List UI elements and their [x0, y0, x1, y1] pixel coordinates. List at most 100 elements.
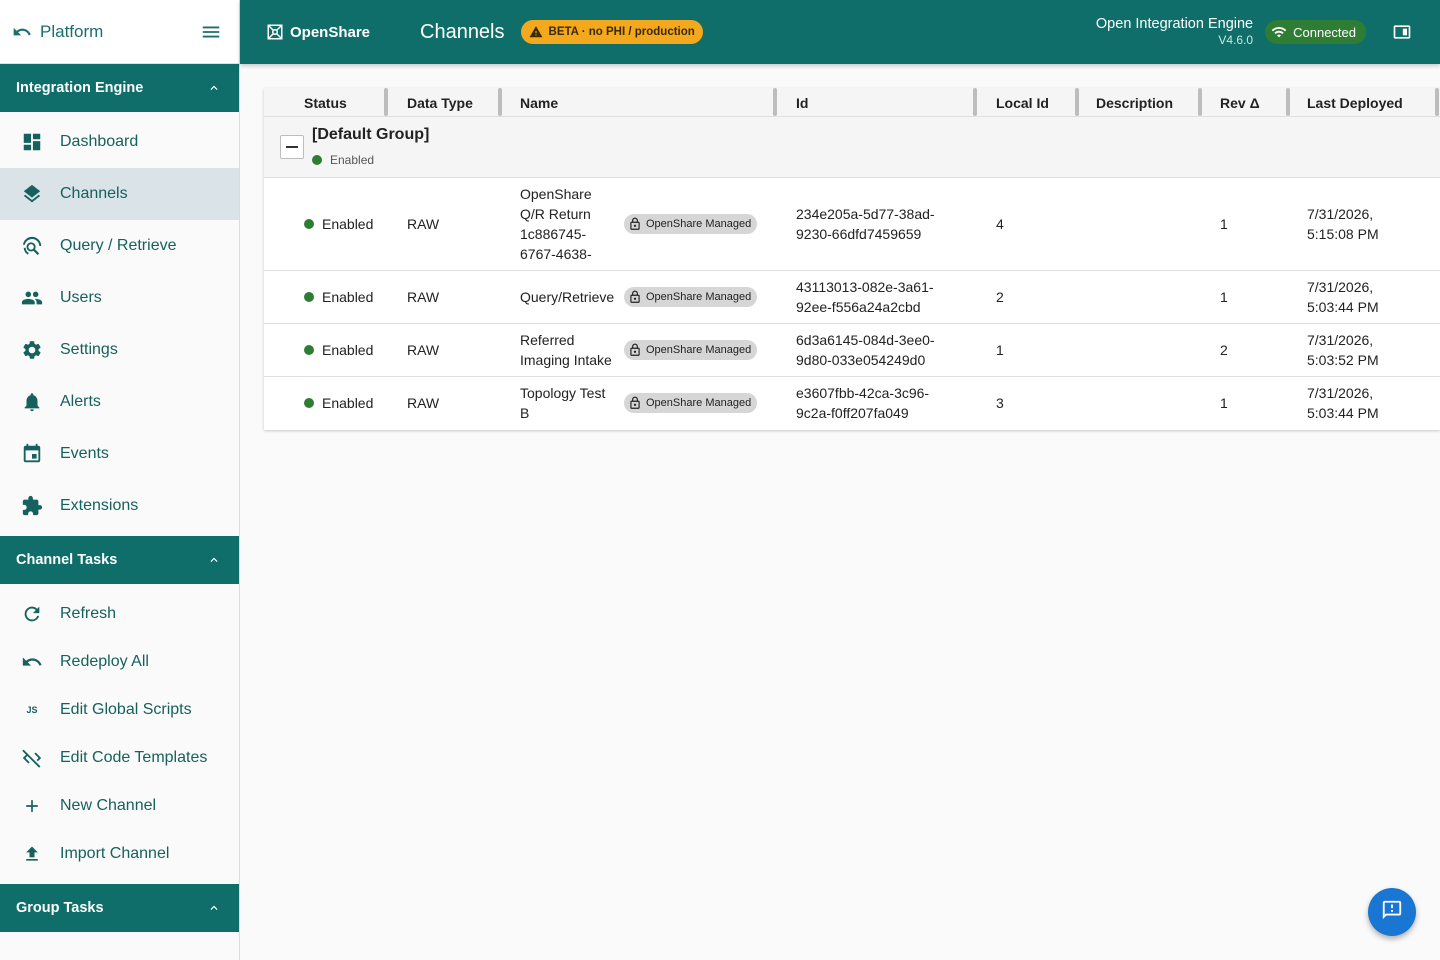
sidebar-item-extensions[interactable]: Extensions [0, 480, 239, 532]
task-label: Edit Global Scripts [60, 701, 192, 718]
task-refresh[interactable]: Refresh [0, 590, 239, 638]
column-status[interactable]: Status [304, 88, 347, 117]
group-name: [Default Group] [312, 126, 430, 143]
status-cell: Enabled [304, 178, 373, 270]
connection-text: Connected [1293, 24, 1356, 40]
column-description[interactable]: Description [1096, 88, 1173, 117]
column-resizer[interactable] [498, 88, 502, 116]
openshare-managed-badge: OpenShare Managed [624, 340, 758, 360]
sidebar-item-query-retrieve[interactable]: Query / Retrieve [0, 220, 239, 272]
column-name[interactable]: Name [520, 88, 558, 117]
sidebar-item-events[interactable]: Events [0, 428, 239, 480]
feedback-button[interactable] [1368, 888, 1416, 936]
deployed-line: 7/31/2026, [1307, 332, 1374, 348]
name-line: Imaging Intake [520, 352, 612, 368]
name-line: B [520, 405, 530, 421]
sidebar-item-alerts[interactable]: Alerts [0, 376, 239, 428]
rev-cell: 1 [1220, 395, 1228, 411]
data-type-cell: RAW [407, 342, 440, 358]
id-line: 234e205a-5d77-38ad- [796, 206, 935, 222]
managed-text: OpenShare Managed [646, 344, 752, 356]
table-row[interactable]: Enabled RAW OpenShare Q/R Return 1c88674… [264, 178, 1440, 271]
column-resizer[interactable] [1286, 88, 1290, 116]
task-edit-global-scripts[interactable]: JS Edit Global Scripts [0, 686, 239, 734]
platform-link[interactable]: Platform [40, 22, 199, 42]
undo-icon[interactable] [12, 22, 32, 42]
task-label: Redeploy All [60, 653, 149, 670]
column-resizer[interactable] [973, 88, 977, 116]
name-cell: Query/Retrieve [520, 289, 615, 305]
column-id[interactable]: Id [796, 88, 808, 117]
openshare-managed-badge: OpenShare Managed [624, 214, 758, 234]
column-resizer[interactable] [1075, 88, 1079, 116]
users-icon [20, 286, 44, 310]
section-group-tasks[interactable]: Group Tasks [0, 884, 239, 932]
refresh-icon [20, 602, 44, 626]
sidebar-item-label: Extensions [60, 497, 139, 514]
column-resizer[interactable] [1198, 88, 1202, 116]
id-line: 9d80-033e054249d0 [796, 352, 926, 368]
id-line: 6d3a6145-084d-3ee0- [796, 332, 935, 348]
sidebar-item-dashboard[interactable]: Dashboard [0, 116, 239, 168]
table-row[interactable]: Enabled RAW Referred Imaging Intake Open… [264, 324, 1440, 377]
column-resizer[interactable] [1435, 88, 1439, 116]
section-channel-tasks[interactable]: Channel Tasks [0, 536, 239, 584]
toggle-layout-icon[interactable] [1390, 20, 1414, 44]
chevron-up-icon [205, 551, 223, 569]
section-title: Group Tasks [16, 900, 104, 916]
status-dot-icon [304, 398, 314, 408]
last-deployed-cell: 7/31/2026, 5:03:52 PM [1307, 330, 1379, 370]
upload-icon [20, 842, 44, 866]
column-resizer[interactable] [773, 88, 777, 116]
local-id-cell: 2 [996, 289, 1004, 305]
task-label: Edit Code Templates [60, 749, 208, 766]
last-deployed-cell: 7/31/2026, 5:03:44 PM [1307, 383, 1379, 423]
name-cell: Topology Test B [520, 383, 620, 423]
nav-list: Dashboard Channels Query / Retrieve User… [0, 112, 239, 536]
engine-name: Open Integration Engine [1095, 16, 1254, 32]
openshare-managed-badge: OpenShare Managed [624, 393, 758, 413]
task-import-channel[interactable]: Import Channel [0, 830, 239, 878]
deployed-line: 5:03:44 PM [1307, 299, 1379, 315]
column-rev[interactable]: Rev Δ [1220, 88, 1260, 117]
beta-badge: BETA · no PHI / production [520, 20, 703, 44]
deployed-line: 5:03:52 PM [1307, 352, 1379, 368]
sidebar-item-settings[interactable]: Settings [0, 324, 239, 376]
id-line: 9230-66dfd7459659 [796, 226, 922, 242]
managed-text: OpenShare Managed [646, 218, 752, 230]
sidebar-item-label: Channels [60, 185, 128, 202]
calendar-icon [20, 442, 44, 466]
column-resizer[interactable] [384, 88, 388, 116]
deployed-line: 5:15:08 PM [1307, 226, 1379, 242]
column-local-id[interactable]: Local Id [996, 88, 1049, 117]
task-edit-code-templates[interactable]: Edit Code Templates [0, 734, 239, 782]
group-status-text: Enabled [330, 153, 375, 167]
sidebar-item-users[interactable]: Users [0, 272, 239, 324]
table-row[interactable]: Enabled RAW Query/Retrieve OpenShare Man… [264, 271, 1440, 324]
hamburger-menu-icon[interactable] [199, 20, 223, 44]
section-integration-engine[interactable]: Integration Engine [0, 64, 239, 112]
lock-icon [628, 343, 642, 357]
chevron-up-icon [205, 899, 223, 917]
table-row[interactable]: Enabled RAW Topology Test B OpenShare Ma… [264, 377, 1440, 430]
column-data-type[interactable]: Data Type [407, 88, 473, 117]
collapse-group-button[interactable] [280, 135, 304, 159]
brand[interactable]: OpenShare [266, 22, 420, 42]
deployed-line: 5:03:44 PM [1307, 405, 1379, 421]
name-line: Q/R Return [520, 206, 591, 222]
data-type-cell: RAW [407, 216, 440, 232]
deployed-line: 7/31/2026, [1307, 279, 1374, 295]
group-row[interactable]: [Default Group] Enabled [264, 117, 1440, 178]
column-last-deployed[interactable]: Last Deployed [1307, 88, 1403, 117]
status-text: Enabled [322, 395, 374, 411]
managed-text: OpenShare Managed [646, 291, 752, 303]
id-cell: 43113013-082e-3a61- 92ee-f556a24a2cbd [796, 277, 934, 317]
sidebar-item-channels[interactable]: Channels [0, 168, 239, 220]
status-cell: Enabled [304, 377, 373, 429]
bell-icon [20, 390, 44, 414]
task-new-channel[interactable]: New Channel [0, 782, 239, 830]
id-line: 92ee-f556a24a2cbd [796, 299, 921, 315]
name-line: OpenShare [520, 186, 592, 202]
task-redeploy-all[interactable]: Redeploy All [0, 638, 239, 686]
js-icon: JS [26, 705, 38, 715]
